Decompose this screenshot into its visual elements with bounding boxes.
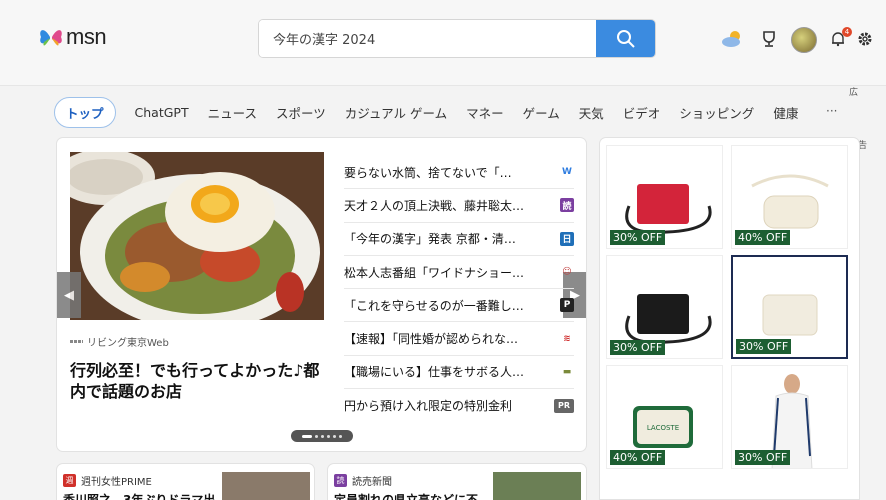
publisher-logo-icon: ≋ xyxy=(563,333,571,344)
search-box xyxy=(258,19,656,58)
search-button[interactable] xyxy=(596,20,655,57)
nav-item-shopping[interactable]: ショッピング xyxy=(679,103,754,122)
headline-text: 円から預け入れ限定の特別金利 xyxy=(344,399,513,414)
card-thumbnail xyxy=(222,472,310,500)
publisher-logo-icon: 週 xyxy=(63,474,76,487)
publisher-logo-icon: 日 xyxy=(560,231,574,246)
shopping-ad-panel: 30% OFF 40% OFF 30% OFF 30% OFF LACOSTE … xyxy=(599,137,860,500)
search-icon xyxy=(616,29,635,48)
card-source: 週 週刊女性PRIME xyxy=(63,473,152,488)
logo-text: msn xyxy=(66,24,107,49)
card-source: 読 読売新聞 xyxy=(334,473,392,488)
headline-list: 要らない水筒、捨てないで「… W 天才２人の頂上決戦、藤井聡太… 読 「今年の漢字」… xyxy=(344,156,574,422)
card-title: 定員割れの県立高などに不 xyxy=(334,493,479,500)
ad-label-top: 広 xyxy=(849,88,859,98)
headline-item[interactable]: 円から預け入れ限定の特別金利 PR xyxy=(344,389,574,422)
discount-badge: 30% OFF xyxy=(610,230,666,245)
headline-item[interactable]: 【職場にいる】仕事をサボる人… ▬ xyxy=(344,356,574,390)
settings-gear-icon[interactable] xyxy=(856,30,874,48)
pr-badge: PR xyxy=(554,398,574,413)
headline-text: 要らない水筒、捨てないで「… xyxy=(344,165,512,180)
ad-product-tile-selected[interactable]: 30% OFF xyxy=(731,255,848,359)
hero-source[interactable]: リビング東京Web xyxy=(70,334,169,349)
pagination-dot[interactable] xyxy=(327,434,330,438)
headline-item[interactable]: 「これを守らせるのが一番難し… P xyxy=(344,289,574,323)
discount-badge: 30% OFF xyxy=(610,340,666,355)
discount-badge: 40% OFF xyxy=(735,230,791,245)
notification-bell-icon[interactable]: 4 xyxy=(829,27,852,48)
ad-product-tile[interactable]: LACOSTE 40% OFF xyxy=(606,365,723,469)
card-title: 香川照之、3年ぶりドラマ出 xyxy=(63,493,216,500)
hero-carousel: ◀ ▶ リビング東京Web 行列必至！でも行ってよかった♪都内で話題のお店 要ら… xyxy=(56,137,587,452)
ad-product-tile[interactable]: 40% OFF xyxy=(731,145,848,249)
nav-item-top[interactable]: トップ xyxy=(54,96,116,128)
chevron-left-icon: ◀ xyxy=(64,287,74,303)
category-nav: トップ ChatGPT ニュース スポーツ カジュアル ゲーム マネー ゲーム … xyxy=(54,96,817,128)
search-input[interactable] xyxy=(259,20,597,57)
ad-product-tile[interactable]: 30% OFF xyxy=(731,365,848,469)
source-logo-icon xyxy=(70,340,83,343)
rewards-trophy-icon[interactable] xyxy=(759,29,779,49)
headline-text: 天才２人の頂上決戦、藤井聡太… xyxy=(344,198,525,213)
headline-text: 「今年の漢字」発表 京都・清… xyxy=(344,232,516,247)
ad-product-tile[interactable]: 30% OFF xyxy=(606,145,723,249)
headline-text: 【速報】「同性婚が認められな… xyxy=(344,332,519,347)
headline-text: 【職場にいる】仕事をサボる人… xyxy=(344,365,525,380)
headline-item[interactable]: 要らない水筒、捨てないで「… W xyxy=(344,156,574,190)
publisher-logo-icon: P xyxy=(560,298,574,313)
top-bar: msn 4 xyxy=(0,0,886,86)
hero-source-name: リビング東京Web xyxy=(87,338,169,349)
nav-item-casual-games[interactable]: カジュアル ゲーム xyxy=(345,103,447,122)
hero-food-image[interactable] xyxy=(70,152,324,320)
headline-item[interactable]: 松本人志番組「ワイドナショー… ☺ xyxy=(344,256,574,290)
ad-product-tile[interactable]: 30% OFF xyxy=(606,255,723,359)
card-source-name: 読売新聞 xyxy=(352,477,392,488)
nav-item-sports[interactable]: スポーツ xyxy=(276,103,326,122)
butterfly-icon xyxy=(40,30,62,46)
nav-item-money[interactable]: マネー xyxy=(466,103,504,122)
discount-badge: 40% OFF xyxy=(610,450,666,465)
weather-icon[interactable] xyxy=(720,29,744,49)
nav-item-news[interactable]: ニュース xyxy=(208,103,257,122)
pagination-dot[interactable] xyxy=(321,434,324,438)
nav-more-button[interactable]: ··· xyxy=(826,104,837,118)
headline-item[interactable]: 天才２人の頂上決戦、藤井聡太… 読 xyxy=(344,189,574,223)
publisher-logo-icon: 読 xyxy=(560,198,574,213)
pagination-dot[interactable] xyxy=(339,434,342,438)
nav-item-games[interactable]: ゲーム xyxy=(523,103,560,122)
card-source-name: 週刊女性PRIME xyxy=(81,477,152,488)
carousel-pagination[interactable] xyxy=(291,430,353,442)
headline-item[interactable]: 【速報】「同性婚が認められな… ≋ xyxy=(344,322,574,356)
carousel-prev-button[interactable]: ◀ xyxy=(57,272,81,318)
lacoste-label: LACOSTE xyxy=(647,424,679,432)
publisher-logo-icon: 読 xyxy=(334,474,347,487)
card-thumbnail xyxy=(493,472,581,500)
discount-badge: 30% OFF xyxy=(736,339,792,354)
news-card[interactable]: 読 読売新聞 定員割れの県立高などに不 xyxy=(327,463,587,500)
nav-item-chatgpt[interactable]: ChatGPT xyxy=(135,105,189,120)
notification-badge: 4 xyxy=(842,27,852,37)
pagination-dot[interactable] xyxy=(333,434,336,438)
news-card[interactable]: 週 週刊女性PRIME 香川照之、3年ぶりドラマ出 xyxy=(56,463,315,500)
msn-logo[interactable]: msn xyxy=(38,24,107,50)
pagination-dot[interactable] xyxy=(315,434,318,438)
headline-text: 松本人志番組「ワイドナショー… xyxy=(344,265,525,280)
headline-item[interactable]: 「今年の漢字」発表 京都・清… 日 xyxy=(344,223,574,256)
nav-item-video[interactable]: ビデオ xyxy=(623,103,661,122)
publisher-logo-icon: W xyxy=(562,167,572,178)
publisher-logo-icon: ☺ xyxy=(562,267,572,278)
pagination-dot-active[interactable] xyxy=(302,434,312,438)
publisher-logo-icon: ▬ xyxy=(562,366,572,377)
user-avatar[interactable] xyxy=(791,27,817,53)
discount-badge: 30% OFF xyxy=(735,450,791,465)
nav-item-health[interactable]: 健康 xyxy=(773,103,798,122)
headline-text: 「これを守らせるのが一番難し… xyxy=(344,298,524,313)
nav-item-weather[interactable]: 天気 xyxy=(579,103,604,122)
hero-title[interactable]: 行列必至！でも行ってよかった♪都内で話題のお店 xyxy=(70,360,330,402)
